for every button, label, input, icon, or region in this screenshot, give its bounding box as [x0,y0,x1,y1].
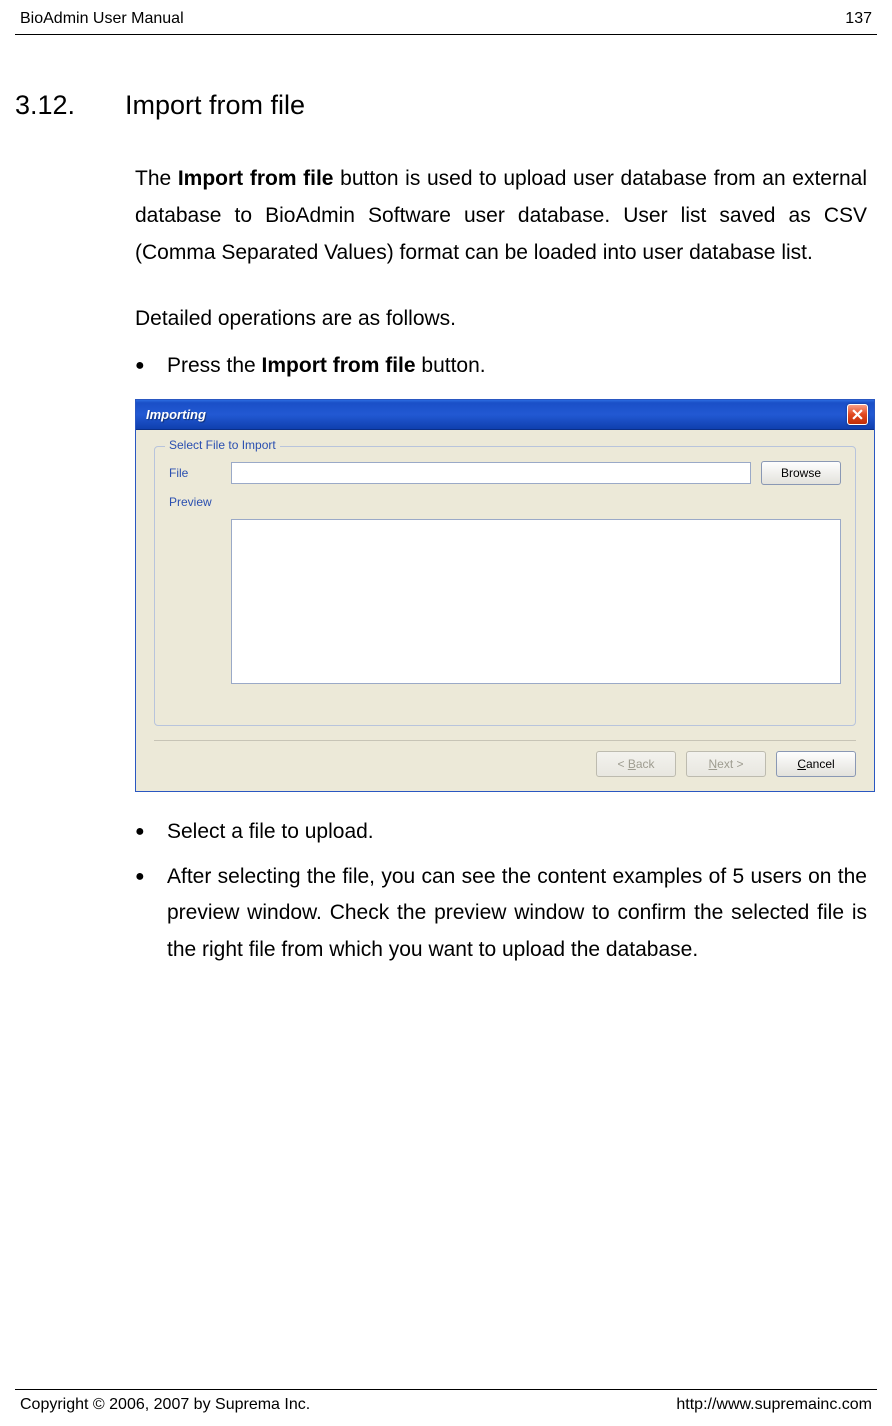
dialog-titlebar: Importing [136,400,874,430]
bullet1-bold: Import from file [262,354,416,377]
importing-dialog: Importing Select File to Import File Bro… [135,399,875,792]
page-number: 137 [845,10,872,28]
back-button: < Back [596,751,676,777]
footer-url: http://www.supremainc.com [676,1396,872,1414]
preview-label: Preview [169,495,221,509]
bullet-select-file: Select a file to upload. [135,814,867,851]
intro-bold: Import from file [178,167,334,190]
copyright-text: Copyright © 2006, 2007 by Suprema Inc. [20,1396,310,1414]
bullet1-a: Press the [167,354,262,377]
file-label: File [169,466,221,480]
select-file-groupbox: Select File to Import File Browse Previe… [154,446,856,726]
section-title-text: Import from file [125,90,305,120]
section-heading: 3.12.Import from file [15,90,867,121]
doc-title: BioAdmin User Manual [20,10,184,28]
intro-paragraph: The Import from file button is used to u… [135,161,867,271]
page-header: BioAdmin User Manual 137 [15,0,877,35]
close-icon [852,409,863,420]
preview-listbox[interactable] [231,519,841,684]
section-number: 3.12. [15,90,125,121]
next-button: Next > [686,751,766,777]
file-path-input[interactable] [231,462,751,484]
intro-text-1: The [135,167,178,190]
bullet-press-import: Press the Import from file button. [135,348,867,385]
groupbox-legend: Select File to Import [165,438,280,452]
close-button[interactable] [847,404,868,425]
bullet1-b: button. [416,354,486,377]
bullet-after-selecting: After selecting the file, you can see th… [135,859,867,969]
cancel-button[interactable]: Cancel [776,751,856,777]
browse-button[interactable]: Browse [761,461,841,485]
detailed-ops-line: Detailed operations are as follows. [135,301,867,338]
dialog-title: Importing [146,407,206,422]
dialog-body: Select File to Import File Browse Previe… [136,430,874,791]
dialog-separator [154,740,856,741]
page-footer: Copyright © 2006, 2007 by Suprema Inc. h… [15,1389,877,1414]
